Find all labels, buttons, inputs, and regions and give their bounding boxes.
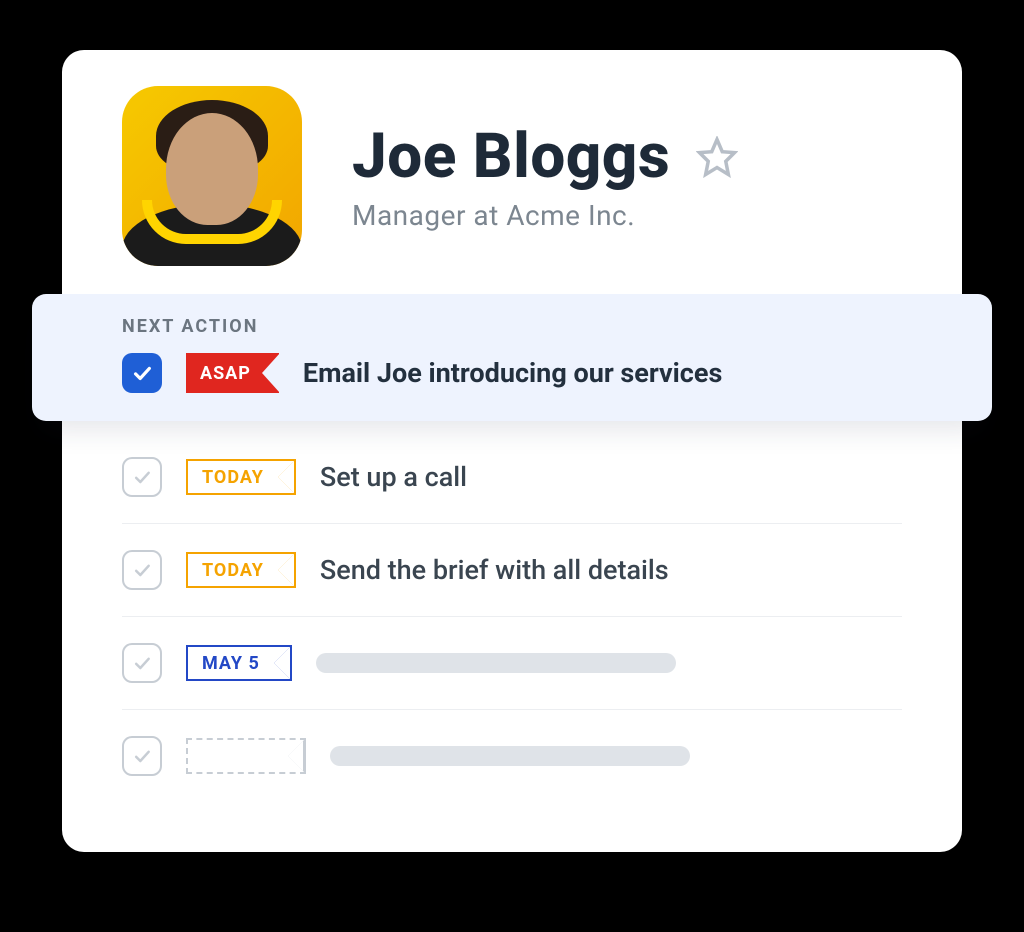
flag-text: TODAY bbox=[202, 467, 264, 488]
task-text-placeholder bbox=[316, 653, 676, 673]
task-text: Set up a call bbox=[320, 461, 467, 493]
task-checkbox[interactable] bbox=[122, 643, 162, 683]
next-action-panel: NEXT ACTION ASAP Email Joe introducing o… bbox=[32, 294, 992, 421]
next-action-label: NEXT ACTION bbox=[122, 316, 902, 337]
task-list: TODAY Set up a call TODAY Send the brief… bbox=[62, 431, 962, 802]
priority-flag-asap[interactable]: ASAP bbox=[186, 353, 279, 393]
task-checkbox[interactable] bbox=[122, 736, 162, 776]
flag-text: ASAP bbox=[200, 363, 251, 384]
task-row bbox=[122, 710, 902, 802]
task-row: TODAY Set up a call bbox=[122, 431, 902, 524]
task-checkbox[interactable] bbox=[122, 457, 162, 497]
avatar[interactable] bbox=[122, 86, 302, 266]
next-action-text: Email Joe introducing our services bbox=[303, 357, 722, 389]
priority-flag-today[interactable]: TODAY bbox=[186, 459, 296, 495]
flag-text: TODAY bbox=[202, 560, 264, 581]
contact-card: Joe Bloggs Manager at Acme Inc. NEXT ACT… bbox=[62, 50, 962, 852]
priority-flag-empty[interactable] bbox=[186, 738, 306, 774]
contact-header: Joe Bloggs Manager at Acme Inc. bbox=[62, 86, 962, 294]
task-row: TODAY Send the brief with all details bbox=[122, 524, 902, 617]
task-text-placeholder bbox=[330, 746, 690, 766]
next-action-checkbox[interactable] bbox=[122, 353, 162, 393]
task-row: MAY 5 bbox=[122, 617, 902, 710]
task-text: Send the brief with all details bbox=[320, 554, 669, 586]
task-checkbox[interactable] bbox=[122, 550, 162, 590]
contact-name: Joe Bloggs bbox=[352, 120, 670, 193]
flag-text: MAY 5 bbox=[202, 653, 260, 674]
priority-flag-today[interactable]: TODAY bbox=[186, 552, 296, 588]
contact-title: Manager at Acme Inc. bbox=[352, 199, 738, 232]
priority-flag-date[interactable]: MAY 5 bbox=[186, 645, 292, 681]
favorite-star-icon[interactable] bbox=[696, 136, 738, 178]
